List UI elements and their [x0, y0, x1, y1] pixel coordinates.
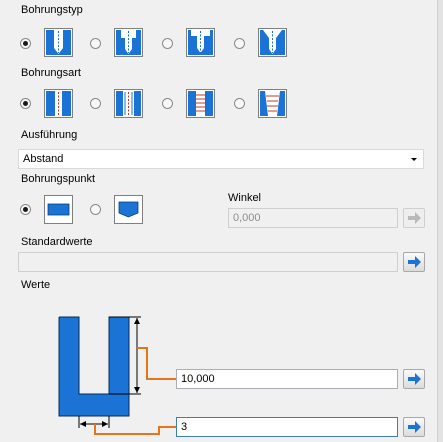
bohrungstyp-radio-1[interactable]: [20, 38, 31, 49]
bohrungstyp-radio-4[interactable]: [234, 38, 245, 49]
cone-bottom-icon[interactable]: [114, 195, 143, 224]
depth-input[interactable]: [176, 369, 398, 389]
hole-tapered-thread-icon[interactable]: [258, 89, 287, 118]
vertical-scrollbar[interactable]: [437, 0, 443, 442]
winkel-input[interactable]: [228, 208, 398, 228]
bohrungspunkt-label: Bohrungspunkt: [21, 173, 95, 185]
width-apply-button[interactable]: [403, 417, 425, 437]
arrow-right-icon: [408, 421, 421, 433]
flat-bottom-icon[interactable]: [44, 195, 73, 224]
drill-type-2-icon[interactable]: [114, 28, 143, 57]
drill-type-1-icon[interactable]: [44, 28, 73, 57]
depth-apply-button[interactable]: [403, 369, 425, 389]
drill-type-3-icon[interactable]: [186, 28, 215, 57]
bohrungstyp-radio-3[interactable]: [162, 38, 173, 49]
bohrungsart-label: Bohrungsart: [21, 67, 81, 79]
ausfuehrung-dropdown[interactable]: Abstand: [18, 149, 424, 169]
hole-simple-icon[interactable]: [44, 89, 73, 118]
bohrungspunkt-radio-1[interactable]: [20, 204, 31, 215]
standardwerte-apply-button[interactable]: [403, 252, 425, 272]
bohrungstyp-label: Bohrungstyp: [21, 4, 83, 16]
drill-type-4-icon[interactable]: [258, 28, 287, 57]
bohrungsart-radio-4[interactable]: [234, 98, 245, 109]
bohrungsart-radio-2[interactable]: [90, 98, 101, 109]
winkel-label: Winkel: [228, 192, 262, 204]
bohrungstyp-radio-2[interactable]: [90, 38, 101, 49]
bohrungsart-radio-1[interactable]: [20, 98, 31, 109]
werte-label: Werte: [21, 279, 51, 291]
bohrungspunkt-radio-2[interactable]: [90, 204, 101, 215]
chevron-down-icon: [411, 158, 417, 161]
standardwerte-input[interactable]: [18, 252, 398, 272]
bohrungsart-radio-3[interactable]: [162, 98, 173, 109]
arrow-right-icon: [408, 256, 421, 268]
ausfuehrung-value: Abstand: [23, 153, 64, 165]
hole-ladder-icon[interactable]: [186, 89, 215, 118]
arrow-right-icon: [408, 212, 421, 224]
arrow-right-icon: [408, 373, 421, 385]
width-input[interactable]: [176, 417, 398, 437]
hole-dimension-diagram: [58, 316, 178, 435]
ausfuehrung-label: Ausführung: [21, 129, 78, 141]
standardwerte-label: Standardwerte: [21, 236, 93, 248]
winkel-apply-button[interactable]: [403, 208, 425, 228]
hole-threaded-icon[interactable]: [114, 89, 143, 118]
